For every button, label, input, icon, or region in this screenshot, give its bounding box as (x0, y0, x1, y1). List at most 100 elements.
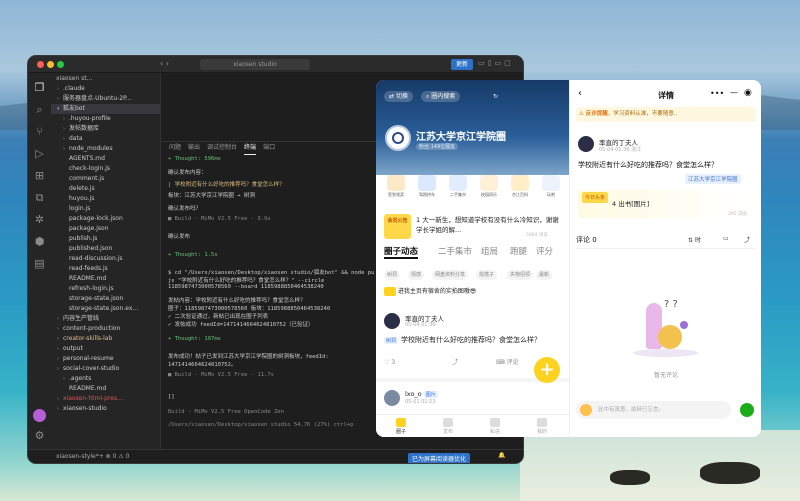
status-branch[interactable]: xiaosen-style*+ ⊗ 0 ⚠ 0 (56, 453, 129, 460)
minimize-icon[interactable]: — (730, 88, 738, 97)
share-icon[interactable]: ⤴ (452, 359, 458, 366)
tree-item[interactable]: ▾ 狐友bot (51, 104, 160, 114)
notifications-icon[interactable]: 🔔 (498, 452, 505, 459)
circle-stats[interactable]: 粉丝·149位圈友 (416, 143, 459, 150)
tree-item[interactable]: comment.js (51, 174, 160, 184)
explorer-icon[interactable]: ❐ (33, 81, 46, 94)
command-center[interactable]: xiaosen studio (200, 59, 310, 70)
tree-item[interactable]: › data (51, 134, 160, 144)
switch-button[interactable]: ⇄ 切换 (384, 91, 413, 102)
tree-item[interactable]: delete.js (51, 184, 160, 194)
nav-item[interactable]: 圈子 (386, 418, 416, 435)
tree-item[interactable]: read-feeds.js (51, 264, 160, 274)
tree-item[interactable]: › .huyou-profile (51, 114, 160, 124)
feed-tab[interactable]: 圈子动态 (384, 245, 419, 259)
tree-item[interactable]: › .agents (51, 374, 160, 384)
tree-item[interactable]: README.md (51, 384, 160, 394)
post-author[interactable]: lxo_o 图片 (405, 390, 441, 398)
category-item[interactable]: 签到领奖 (384, 175, 408, 198)
zoom-window-button[interactable] (57, 61, 64, 68)
sort-button[interactable]: ⇅ 时 (688, 235, 701, 244)
tree-item[interactable]: README.md (51, 274, 160, 284)
tree-item[interactable]: › personal-resume (51, 354, 160, 364)
avatar[interactable] (384, 313, 400, 329)
close-window-button[interactable] (37, 61, 44, 68)
run-debug-icon[interactable]: ▷ (33, 147, 46, 160)
tree-item[interactable]: › 内容生产管线 (51, 314, 160, 324)
tree-item[interactable]: publish.js (51, 234, 160, 244)
refresh-icon[interactable]: ↻ (488, 91, 503, 102)
panel-tab[interactable]: 端口 (263, 142, 275, 154)
update-button[interactable]: 更新 (451, 59, 474, 70)
minimize-window-button[interactable] (47, 61, 54, 68)
post-tag[interactable]: 树洞 (384, 337, 399, 344)
category-item[interactable]: 驾照拼车 (415, 175, 439, 198)
anti-fraud-banner[interactable]: ⚠ 反诈提醒，学习资料认准，不要随意.. (576, 107, 756, 122)
tree-item[interactable]: › 发帖数据库 (51, 124, 160, 134)
source-control-icon[interactable]: ⑂ (33, 125, 46, 138)
circle-search-button[interactable]: ⌕ 圈内搜索 (421, 91, 461, 102)
tree-item[interactable]: AGENTS.md (51, 154, 160, 164)
avatar[interactable] (384, 390, 400, 406)
category-item[interactable]: 玩吧 (539, 175, 563, 198)
tree-item[interactable]: huyou.js (51, 194, 160, 204)
category-item[interactable]: 校园同乐 (477, 175, 501, 198)
post-card[interactable]: lxo_o 图片 05-01 01:23 (384, 390, 564, 412)
panel-tab[interactable]: 输出 (188, 142, 200, 154)
comment-icon[interactable]: ▭ (723, 235, 729, 242)
extensions-icon[interactable]: ⊞ (33, 169, 46, 182)
tree-item[interactable]: check-login.js (51, 164, 160, 174)
feed-tab[interactable]: 跑腿 (510, 245, 527, 257)
nav-item[interactable]: 私信 (480, 418, 510, 435)
tree-item[interactable]: › 服务器盘点-Ubuntu-2P... (51, 94, 160, 104)
like-icon[interactable]: ♡ (384, 359, 389, 366)
tree-item[interactable]: › content-production (51, 324, 160, 334)
tree-item[interactable]: › output (51, 344, 160, 354)
tree-item[interactable]: package-lock.json (51, 214, 160, 224)
settings-gear-icon[interactable]: ✲ (33, 213, 46, 226)
feed-tab[interactable]: 二手集市 (438, 245, 472, 257)
category-item[interactable]: 京江百科 (508, 175, 532, 198)
filter-chip[interactable]: 情感 (408, 270, 425, 280)
feed-tab[interactable]: 评分 (536, 245, 553, 257)
tree-item[interactable]: login.js (51, 204, 160, 214)
tree-item[interactable]: › xiaosen-html-pres... (51, 394, 160, 404)
author-avatar[interactable] (578, 136, 594, 152)
tree-item[interactable]: refresh-login.js (51, 284, 160, 294)
search-icon[interactable]: ⌕ (33, 103, 46, 116)
category-item[interactable]: 二手集市 (446, 175, 470, 198)
filter-chip[interactable]: 失物招领 (507, 270, 534, 280)
tree-item[interactable]: › xiaosen-studio (51, 404, 160, 414)
record-icon[interactable]: ◉ (744, 88, 752, 98)
tree-item[interactable]: package.json (51, 224, 160, 234)
filter-chip[interactable]: 网盘资料分享 (432, 270, 469, 280)
nav-arrows[interactable]: ‹ › (160, 59, 169, 68)
hot-post-card[interactable]: 今日头条 4 出书[图片] 395 浏览 (578, 190, 754, 218)
create-post-button[interactable]: + (534, 357, 560, 383)
more-icon[interactable]: ••• (710, 89, 724, 98)
tree-item[interactable]: read-discussion.js (51, 254, 160, 264)
wechat-share-icon[interactable] (740, 403, 754, 417)
python-icon[interactable]: ⬢ (33, 235, 46, 248)
docker-icon[interactable]: ▤ (33, 257, 46, 270)
panel-tab[interactable]: 调试控制台 (207, 142, 237, 154)
tree-item[interactable]: storage-state.json (51, 294, 160, 304)
tree-item[interactable]: › creator-skills-lab (51, 334, 160, 344)
circle-tag[interactable]: 江苏大学京江学院圈 (685, 174, 741, 184)
filter-chip[interactable]: 最新 (536, 270, 553, 280)
filter-chip[interactable]: 找搭子 (476, 270, 498, 280)
screen-reader-status[interactable]: 已为屏幕阅读器优化 (408, 453, 471, 463)
panel-tab[interactable]: 问题 (169, 142, 181, 154)
manage-gear-icon[interactable]: ⚙ (33, 429, 46, 442)
comment-button[interactable]: ⌨ 评论 (496, 359, 519, 366)
tree-item[interactable]: storage-state.json.ex... (51, 304, 160, 314)
tree-item[interactable]: published.json (51, 244, 160, 254)
tree-item[interactable]: › .claude (51, 84, 160, 94)
account-icon[interactable] (33, 409, 46, 422)
tree-item[interactable]: › social-cover-studio (51, 364, 160, 374)
feed-tab[interactable]: 组局 (481, 245, 498, 257)
filter-chip[interactable]: 树洞 (384, 270, 401, 280)
nav-item[interactable]: 我的 (527, 418, 557, 435)
remote-icon[interactable]: ⧉ (33, 191, 46, 204)
layout-icons[interactable]: ▭▯▭▢ (478, 59, 514, 67)
